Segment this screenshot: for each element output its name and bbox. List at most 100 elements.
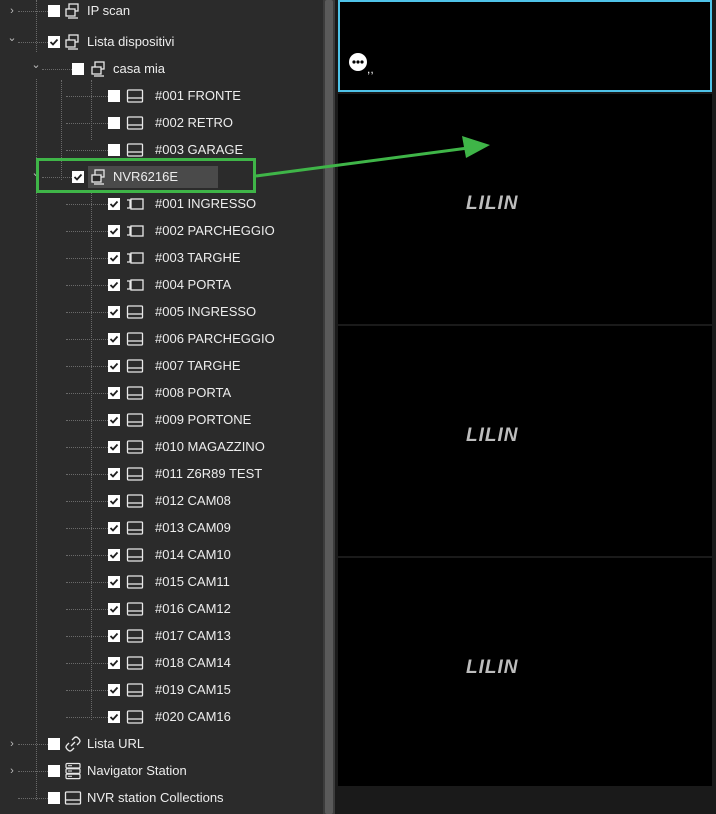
tree-item-label: #002 RETRO xyxy=(155,115,234,130)
checkbox-unchecked[interactable] xyxy=(48,5,60,17)
lilin-logo: LILIN xyxy=(466,425,519,446)
checkbox-checked[interactable] xyxy=(108,657,120,669)
checkbox-checked[interactable] xyxy=(108,549,120,561)
callout-highlight-box xyxy=(36,158,256,193)
tree-item[interactable]: NVR station Collections xyxy=(0,785,323,811)
checkbox-checked[interactable] xyxy=(108,468,120,480)
tree-item[interactable]: ⌄ Lista dispositivi xyxy=(0,25,323,55)
tree-item[interactable]: #014 CAM10 xyxy=(0,542,323,568)
tree-guide-line xyxy=(66,717,108,718)
tree-item[interactable]: #009 PORTONE xyxy=(0,407,323,433)
tree-guide-line xyxy=(66,447,108,448)
checkbox-checked[interactable] xyxy=(108,576,120,588)
tree-item[interactable]: #004 PORTA xyxy=(0,272,323,298)
video-cell[interactable]: ,, xyxy=(338,0,712,92)
tree-item[interactable]: #016 CAM12 xyxy=(0,596,323,622)
tree-item[interactable]: #005 INGRESSO xyxy=(0,299,323,325)
tree-item[interactable]: #007 TARGHE xyxy=(0,353,323,379)
checkbox-checked[interactable] xyxy=(108,333,120,345)
checkbox-checked[interactable] xyxy=(108,306,120,318)
checkbox-unchecked[interactable] xyxy=(48,765,60,777)
tree-item[interactable]: #013 CAM09 xyxy=(0,515,323,541)
checkbox-checked[interactable] xyxy=(108,495,120,507)
tree-item-label: #019 CAM15 xyxy=(155,682,231,697)
tree-item-label: #002 PARCHEGGIO xyxy=(155,223,275,238)
tree-item[interactable]: #010 MAGAZZINO xyxy=(0,434,323,460)
checkbox-checked[interactable] xyxy=(108,711,120,723)
nvr-box-icon xyxy=(126,114,144,132)
tree-item-label: #001 INGRESSO xyxy=(155,196,257,211)
checkbox-checked[interactable] xyxy=(108,414,120,426)
checkbox-checked[interactable] xyxy=(48,36,60,48)
checkbox-checked[interactable] xyxy=(108,279,120,291)
network-group-icon xyxy=(64,33,82,51)
nvr-box-icon xyxy=(126,303,144,321)
chevron-right-icon[interactable]: › xyxy=(6,0,18,24)
checkbox-checked[interactable] xyxy=(108,360,120,372)
tree-item[interactable]: #019 CAM15 xyxy=(0,677,323,703)
tree-guide-line xyxy=(66,285,108,286)
checkbox-unchecked[interactable] xyxy=(48,738,60,750)
tree-item[interactable]: #002 RETRO xyxy=(0,110,323,136)
tree-item[interactable]: #008 PORTA xyxy=(0,380,323,406)
checkbox-checked[interactable] xyxy=(108,252,120,264)
nvr-box-icon xyxy=(126,141,144,159)
scrollbar-thumb[interactable] xyxy=(325,0,333,814)
checkbox-checked[interactable] xyxy=(108,522,120,534)
tree-item[interactable]: #015 CAM11 xyxy=(0,569,323,595)
tree-item[interactable]: › IP scan xyxy=(0,0,323,24)
checkbox-unchecked[interactable] xyxy=(48,792,60,804)
tree-scrollbar[interactable] xyxy=(323,0,335,814)
checkbox-unchecked[interactable] xyxy=(108,117,120,129)
tree-guide-line xyxy=(66,339,108,340)
tree-item[interactable]: #001 FRONTE xyxy=(0,83,323,109)
checkbox-checked[interactable] xyxy=(108,603,120,615)
tree-item[interactable]: #001 INGRESSO xyxy=(0,191,323,217)
nvr-box-icon xyxy=(126,519,144,537)
checkbox-checked[interactable] xyxy=(108,630,120,642)
video-cell[interactable]: LILIN xyxy=(338,326,712,556)
video-cell[interactable]: LILIN xyxy=(338,558,712,786)
tree-guide-line xyxy=(66,258,108,259)
tree-guide-line xyxy=(42,69,72,70)
tree-item[interactable]: #017 CAM13 xyxy=(0,623,323,649)
nvr-box-icon xyxy=(126,546,144,564)
checkbox-checked[interactable] xyxy=(108,684,120,696)
chevron-down-icon[interactable]: ⌄ xyxy=(30,52,42,78)
tree-item-label: #003 TARGHE xyxy=(155,250,241,265)
tree-item-label: #016 CAM12 xyxy=(155,601,231,616)
server-rack-icon xyxy=(64,762,82,780)
checkbox-checked[interactable] xyxy=(108,225,120,237)
checkbox-checked[interactable] xyxy=(108,441,120,453)
overlay-text: ,, xyxy=(367,62,374,76)
tree-item[interactable]: #012 CAM08 xyxy=(0,488,323,514)
tree-guide-line xyxy=(66,609,108,610)
tree-item[interactable]: #006 PARCHEGGIO xyxy=(0,326,323,352)
tree-guide-line xyxy=(18,42,48,43)
tree-item[interactable]: ⌄ casa mia xyxy=(0,52,323,82)
tree-item-label: Navigator Station xyxy=(87,763,187,778)
tree-item[interactable]: #003 TARGHE xyxy=(0,245,323,271)
tree-item[interactable]: › Lista URL xyxy=(0,731,323,757)
tree-item[interactable]: #002 PARCHEGGIO xyxy=(0,218,323,244)
nvr-box-icon xyxy=(126,654,144,672)
nvr-box-icon xyxy=(126,627,144,645)
chevron-right-icon[interactable]: › xyxy=(6,758,18,784)
chevron-right-icon[interactable]: › xyxy=(6,731,18,757)
bullet-camera-icon xyxy=(126,276,144,294)
checkbox-unchecked[interactable] xyxy=(72,63,84,75)
tree-item[interactable]: #011 Z6R89 TEST xyxy=(0,461,323,487)
tree-item[interactable]: #020 CAM16 xyxy=(0,704,323,730)
chevron-down-icon[interactable]: ⌄ xyxy=(6,25,18,51)
checkbox-checked[interactable] xyxy=(108,198,120,210)
tree-item-label: #011 Z6R89 TEST xyxy=(155,466,263,481)
checkbox-unchecked[interactable] xyxy=(108,144,120,156)
tree-item[interactable]: #018 CAM14 xyxy=(0,650,323,676)
tree-guide-line xyxy=(18,11,48,12)
checkbox-unchecked[interactable] xyxy=(108,90,120,102)
video-cell[interactable]: LILIN xyxy=(338,94,712,324)
tree-item[interactable]: › Navigator Station xyxy=(0,758,323,784)
tree-guide-line xyxy=(66,96,108,97)
tree-guide-line xyxy=(66,366,108,367)
checkbox-checked[interactable] xyxy=(108,387,120,399)
